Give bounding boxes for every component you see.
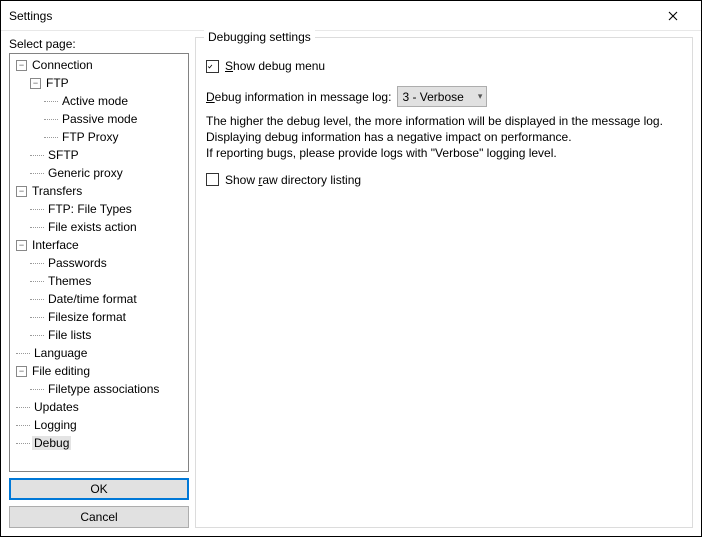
tree-item-ftp-proxy[interactable]: FTP Proxy [44,128,186,146]
help-text: The higher the debug level, the more inf… [206,113,682,162]
sidebar: Select page: − Connection − FTP [9,37,189,528]
settings-panel: Debugging settings Show debug menu Debug… [195,37,693,528]
chevron-down-icon: ▾ [478,91,483,102]
close-icon[interactable] [653,2,693,30]
tree-item-passive-mode[interactable]: Passive mode [44,110,186,128]
show-debug-menu-label: Show debug menu [225,59,325,73]
show-debug-menu-checkbox[interactable] [206,60,219,73]
tree-item-connection[interactable]: − Connection [16,56,186,74]
tree-item-interface[interactable]: − Interface [16,236,186,254]
groupbox-title: Debugging settings [204,30,315,44]
collapse-icon[interactable]: − [30,78,41,89]
tree-item-themes[interactable]: Themes [30,272,186,290]
debug-level-value: 3 - Verbose [402,90,463,104]
debug-level-row: Debug information in message log: 3 - Ve… [206,86,682,107]
tree-item-file-editing[interactable]: − File editing [16,362,186,380]
debug-level-label: Debug information in message log: [206,90,391,104]
sidebar-heading: Select page: [9,37,189,51]
tree-item-transfers[interactable]: − Transfers [16,182,186,200]
tree-item-sftp[interactable]: SFTP [30,146,186,164]
tree-item-debug[interactable]: Debug [16,434,186,452]
collapse-icon[interactable]: − [16,60,27,71]
tree-item-ftp-file-types[interactable]: FTP: File Types [30,200,186,218]
cancel-button[interactable]: Cancel [9,506,189,528]
tree-item-file-exists[interactable]: File exists action [30,218,186,236]
tree-item-filesize[interactable]: Filesize format [30,308,186,326]
dialog-body: Select page: − Connection − FTP [1,31,701,536]
tree-item-ftp[interactable]: − FTP [30,74,186,92]
tree-item-generic-proxy[interactable]: Generic proxy [30,164,186,182]
show-raw-label: Show raw directory listing [225,173,361,187]
tree-item-datetime[interactable]: Date/time format [30,290,186,308]
settings-window: Settings Select page: − Connection [0,0,702,537]
window-title: Settings [9,9,653,23]
tree-item-filelists[interactable]: File lists [30,326,186,344]
ok-button[interactable]: OK [9,478,189,500]
tree-item-filetype-assoc[interactable]: Filetype associations [30,380,186,398]
show-raw-row: Show raw directory listing [206,170,682,190]
tree-item-active-mode[interactable]: Active mode [44,92,186,110]
show-debug-menu-row: Show debug menu [206,56,682,76]
collapse-icon[interactable]: − [16,240,27,251]
titlebar: Settings [1,1,701,31]
debug-level-select[interactable]: 3 - Verbose ▾ [397,86,487,107]
tree-item-language[interactable]: Language [16,344,186,362]
collapse-icon[interactable]: − [16,366,27,377]
tree-item-logging[interactable]: Logging [16,416,186,434]
collapse-icon[interactable]: − [16,186,27,197]
tree-item-updates[interactable]: Updates [16,398,186,416]
tree-item-passwords[interactable]: Passwords [30,254,186,272]
debugging-groupbox: Debugging settings Show debug menu Debug… [195,37,693,528]
page-tree[interactable]: − Connection − FTP Active mode [9,53,189,472]
show-raw-checkbox[interactable] [206,173,219,186]
